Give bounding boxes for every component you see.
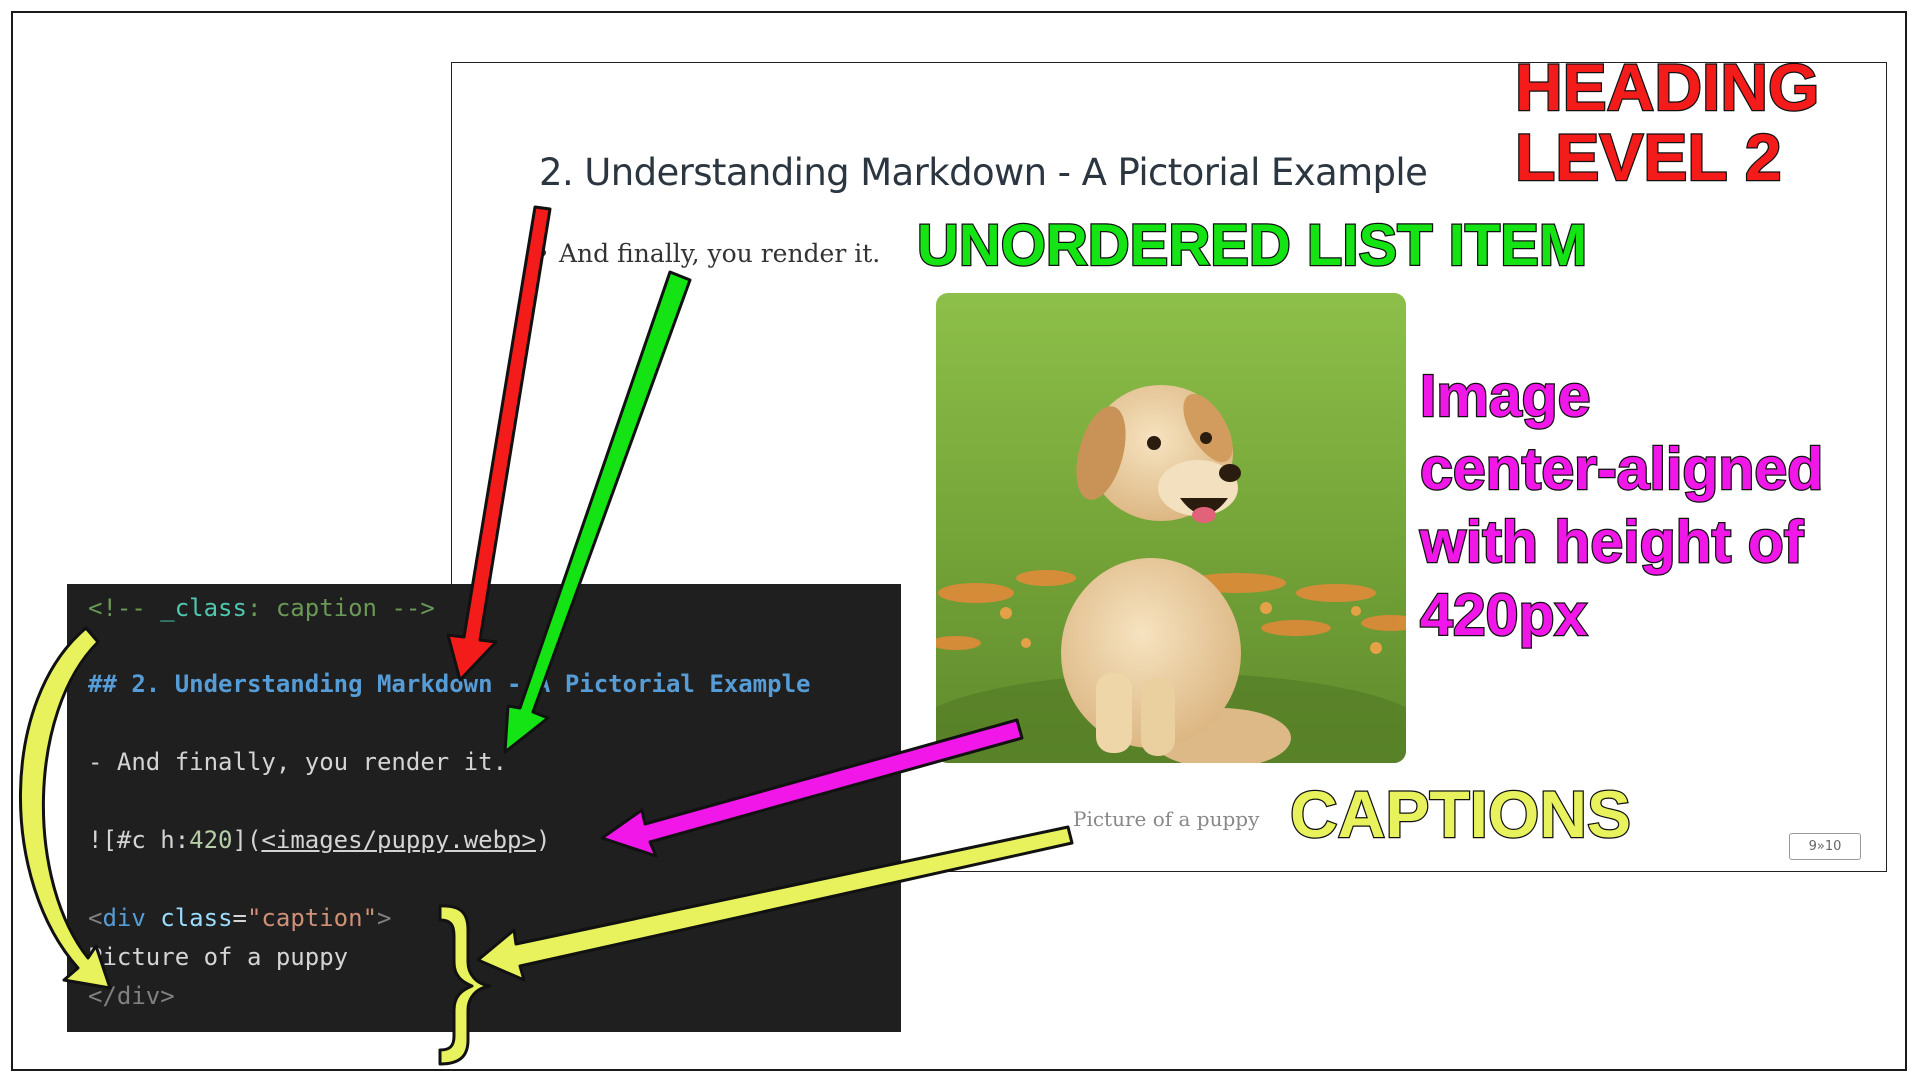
code-editor-panel: <!-- _class: caption --> ## 2. Understan… [67, 584, 901, 1032]
puppy-image [936, 293, 1406, 763]
slide-heading: 2. Understanding Markdown - A Pictorial … [539, 151, 1428, 194]
page-number[interactable]: 9»10 [1789, 833, 1861, 860]
code-line-image: ![#c h:420](<images/puppy.webp>) [88, 826, 551, 854]
code-line-comment: <!-- _class: caption --> [88, 594, 435, 622]
code-line-heading: ## 2. Understanding Markdown - A Pictori… [88, 670, 811, 698]
annotation-captions: CAPTIONS [1289, 776, 1633, 853]
code-line-div-open: <div class="caption"> [88, 904, 392, 932]
code-line-caption-text: Picture of a puppy [88, 943, 349, 971]
code-line-list-item: - And finally, you render it. [88, 748, 508, 776]
annotation-image-center-aligned: Image center-aligned with height of 420p… [1419, 362, 1825, 650]
slide-caption: Picture of a puppy [1073, 807, 1260, 831]
slide-bullet-item: And finally, you render it. [535, 239, 880, 268]
annotation-heading-level-2: HEADING LEVEL 2 [1514, 50, 1821, 194]
annotation-unordered-list-item: UNORDERED LIST ITEM [916, 212, 1589, 280]
code-line-div-close: </div> [88, 982, 175, 1010]
